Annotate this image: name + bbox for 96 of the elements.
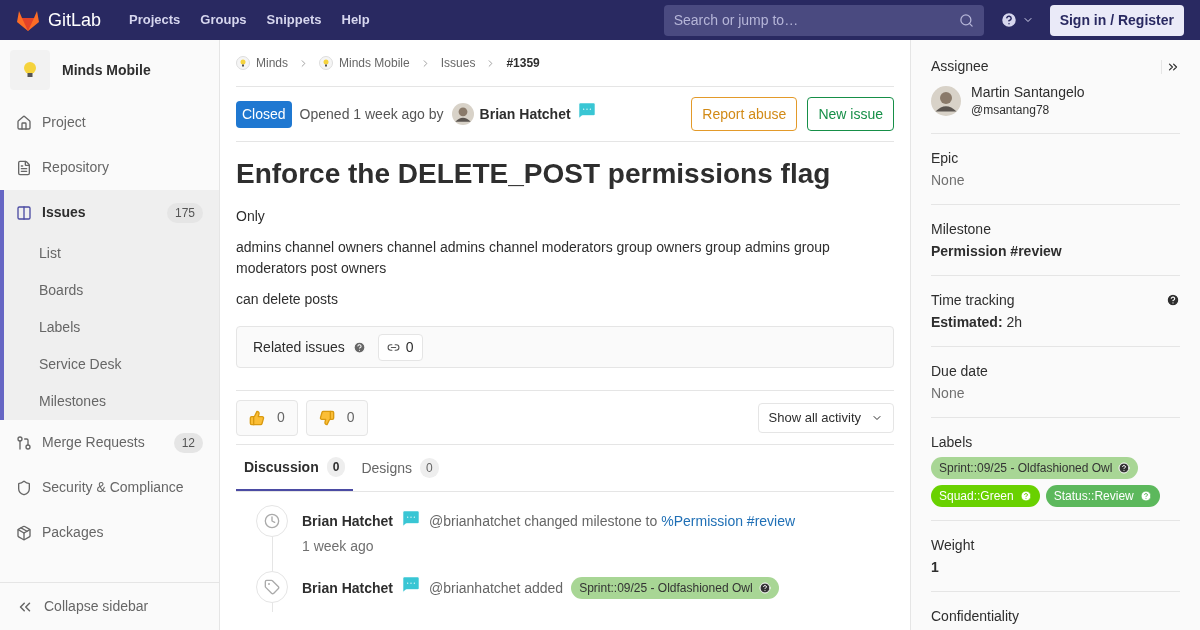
help-icon [758, 582, 771, 594]
help-icon [352, 340, 366, 354]
section-heading: Confidentiality [931, 607, 1020, 626]
nav-link[interactable]: Help [341, 10, 370, 30]
label-tag[interactable]: Sprint::09/25 - Oldfashioned Owl [571, 577, 779, 599]
assignee-avatar [931, 86, 961, 116]
expand-icon[interactable] [1161, 59, 1180, 74]
speech-bubble-icon [576, 100, 597, 120]
sidebar-item-icon [16, 434, 32, 451]
count-badge: 0 [326, 457, 346, 477]
related-count-badge: 0 [377, 333, 423, 361]
tag-icon [264, 579, 280, 595]
search-field[interactable]: Search or jump to… [663, 4, 984, 36]
timestamp: 1 week ago [302, 537, 375, 556]
section-heading: Epic [931, 149, 960, 168]
nav-link[interactable]: Groups [200, 10, 247, 30]
sidebar-item[interactable]: Packages [0, 510, 219, 555]
count-badge: 175 [166, 202, 203, 223]
sidebar-item-icon [16, 114, 32, 131]
estimate-value: 2h [1006, 313, 1023, 332]
event-text: @brianhatchet changed milestone to [429, 512, 658, 531]
collapse-sidebar-button[interactable]: Collapse sidebar [0, 582, 219, 630]
section-heading: Due date [931, 362, 989, 381]
breadcrumb-link[interactable]: #1359 [506, 54, 540, 72]
fox-logo-icon [16, 9, 40, 31]
count-badge: 12 [173, 432, 203, 453]
related-issues-heading: Related issues [253, 337, 345, 357]
new-issue-button[interactable]: New issue [807, 97, 894, 131]
help-menu[interactable] [999, 11, 1034, 29]
help-icon [1139, 490, 1152, 502]
section-heading: Weight [931, 536, 976, 555]
sidebar-item-icon [16, 204, 32, 221]
emoji-award-button[interactable]: 0 [305, 399, 368, 436]
sidebar-item-icon [16, 479, 32, 496]
lightbulb-icon [23, 61, 37, 79]
count-badge: 0 [420, 458, 439, 478]
section-heading: Labels [931, 433, 974, 452]
estimate-label: Estimated: [931, 313, 1003, 332]
sidebar-subitem[interactable]: Labels [4, 309, 219, 346]
help-icon [1019, 490, 1032, 502]
sidebar-item[interactable]: Security & Compliance [0, 465, 219, 510]
help-icon[interactable] [1166, 293, 1180, 307]
issue-title: Enforce the DELETE_POST permissions flag [236, 158, 832, 190]
brand-name[interactable]: GitLab [48, 6, 102, 34]
sidebar-item-icon [16, 524, 32, 541]
status-badge: Closed [236, 100, 292, 128]
section-value: Permission #review [931, 242, 1063, 261]
sign-in-button[interactable]: Sign in / Register [1049, 4, 1184, 36]
author-avatar [451, 103, 474, 125]
sidebar-item[interactable]: Merge Requests 12 [0, 420, 219, 465]
section-heading: Time tracking [931, 291, 1016, 310]
activity-filter-dropdown[interactable]: Show all activity [757, 402, 894, 433]
sidebar-subitem[interactable]: Service Desk [4, 346, 219, 383]
label-tag[interactable]: Sprint::09/25 - Oldfashioned Owl [931, 457, 1139, 479]
tab[interactable]: Discussion 0 [236, 445, 354, 491]
section-heading: Assignee [931, 57, 990, 76]
search-icon [958, 12, 974, 28]
sidebar-item[interactable]: Issues 175 [4, 190, 219, 235]
section-value: 1 [931, 558, 940, 577]
description-text: Only [236, 207, 266, 226]
author-link[interactable]: Brian Hatchet [302, 511, 394, 532]
sidebar-item[interactable]: Repository [0, 145, 219, 190]
help-icon [1118, 462, 1131, 474]
milestone-link[interactable]: %Permission #review [661, 511, 796, 532]
section-heading: Milestone [931, 220, 992, 239]
sidebar-item-icon [16, 159, 32, 176]
sidebar-subitem[interactable]: Boards [4, 272, 219, 309]
clock-icon [264, 513, 280, 529]
author-link[interactable]: Brian Hatchet [479, 103, 571, 125]
event-text: @brianhatchet added [429, 578, 564, 598]
breadcrumb-link[interactable]: Minds Mobile [339, 54, 410, 72]
help-icon [999, 11, 1018, 29]
sidebar-subitem[interactable]: Milestones [4, 383, 219, 420]
thumbs-down-icon [318, 409, 335, 426]
speech-bubble-icon [401, 507, 422, 528]
speech-bubble-icon [401, 574, 422, 594]
section-value: None [931, 171, 966, 190]
description-text: can delete posts [236, 290, 339, 309]
nav-link[interactable]: Projects [129, 10, 181, 30]
thumbs-up-icon [249, 409, 265, 426]
project-name[interactable]: Minds Mobile [62, 59, 151, 81]
section-value: None [931, 384, 966, 403]
sidebar-subitem[interactable]: List [4, 235, 219, 272]
tab[interactable]: Designs 0 [353, 445, 447, 491]
nav-link[interactable]: Snippets [266, 10, 322, 30]
author-link[interactable]: Brian Hatchet [302, 577, 394, 599]
breadcrumb-link[interactable]: Minds [256, 54, 288, 72]
project-icon [236, 56, 250, 70]
sidebar-item[interactable]: Project [0, 100, 219, 145]
description-text: admins channel owners channel admins channel moderators group owners group admins group moderators post owners [236, 238, 831, 278]
opened-text: Opened 1 week ago by [299, 104, 444, 124]
assignee-name[interactable]: Martin Santangelo [971, 83, 1085, 101]
breadcrumb-link[interactable]: Issues [440, 54, 476, 72]
project-icon [319, 56, 333, 70]
assignee-handle: @msantang78 [971, 102, 1051, 119]
emoji-award-button[interactable]: 0 [236, 399, 298, 436]
